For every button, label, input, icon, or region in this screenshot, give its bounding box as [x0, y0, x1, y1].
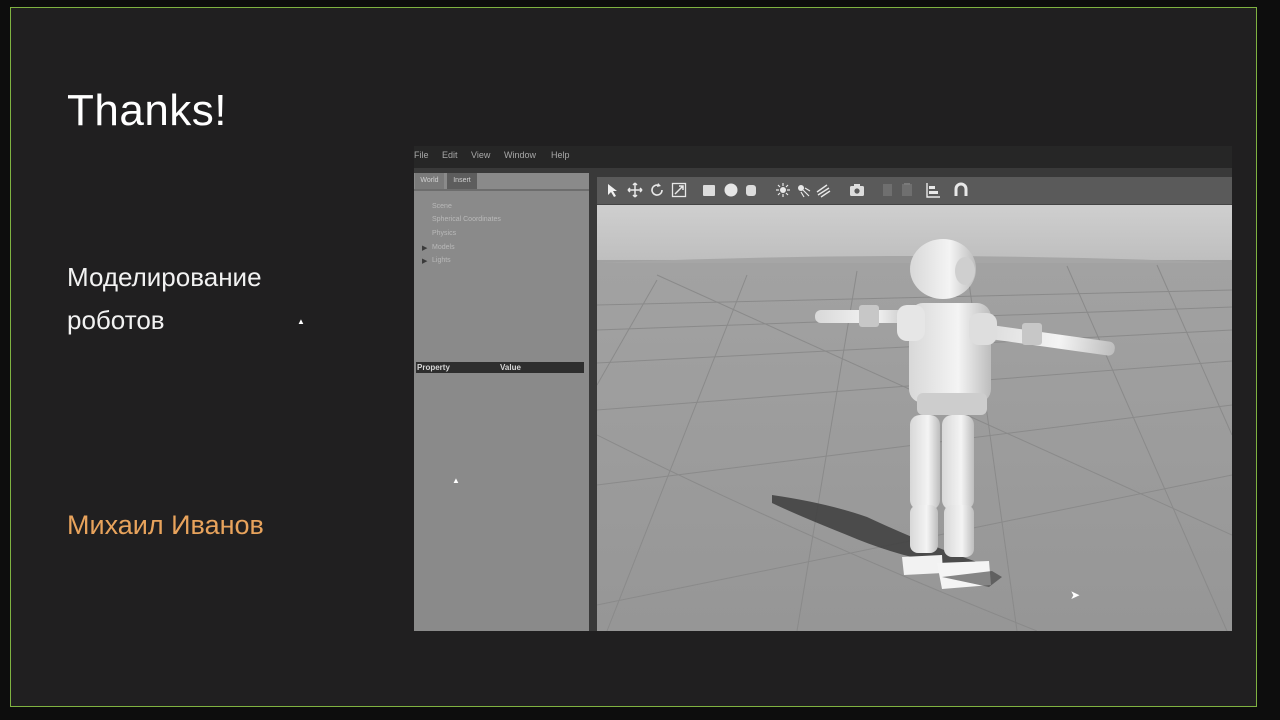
tree-item-models[interactable]: Models: [432, 244, 455, 251]
value-column: Value: [500, 363, 521, 372]
viewport-scene: [597, 205, 1232, 631]
slide-title: Thanks!: [67, 86, 228, 135]
paste-icon[interactable]: [899, 182, 915, 198]
menu-view[interactable]: View: [471, 150, 490, 160]
cylinder-icon[interactable]: [743, 182, 759, 198]
expand-arrow-icon[interactable]: ▶: [422, 244, 427, 252]
copy-icon[interactable]: [879, 182, 895, 198]
author-name: Михаил Иванов: [67, 510, 264, 540]
menu-edit[interactable]: Edit: [442, 150, 458, 160]
translate-icon[interactable]: [627, 182, 643, 198]
presentation-slide: Thanks! Моделирование роботов Михаил Ива…: [10, 7, 1257, 707]
mouse-cursor-icon: ▲: [297, 317, 305, 326]
scale-icon[interactable]: [671, 182, 687, 198]
subtitle-line-2: роботов: [67, 305, 165, 335]
tree-item-lights[interactable]: Lights: [432, 257, 451, 264]
expand-arrow-icon[interactable]: ▶: [422, 257, 427, 265]
spot-light-icon[interactable]: [795, 182, 811, 198]
screenshot-icon[interactable]: [849, 182, 865, 198]
property-header: Property Value: [416, 362, 584, 373]
menu-window[interactable]: Window: [504, 150, 536, 160]
property-column: Property: [417, 363, 450, 372]
rotate-icon[interactable]: [649, 182, 665, 198]
menu-help[interactable]: Help: [551, 150, 570, 160]
slide-subtitle: Моделирование роботов: [67, 256, 347, 342]
box-icon[interactable]: [701, 182, 717, 198]
toolbar: [597, 177, 1232, 205]
sphere-icon[interactable]: [723, 182, 739, 198]
menu-bar: File Edit View Window Help: [414, 146, 1232, 168]
select-arrow-icon[interactable]: [605, 182, 621, 198]
tab-world[interactable]: World: [415, 173, 444, 189]
directional-light-icon[interactable]: [815, 182, 831, 198]
tree-item-scene[interactable]: Scene: [432, 203, 452, 210]
tree-item-physics[interactable]: Physics: [432, 230, 456, 237]
tab-divider: [414, 189, 589, 191]
world-panel: World Insert Scene Spherical Coordinates…: [414, 173, 589, 631]
tree-item-spherical-coordinates[interactable]: Spherical Coordinates: [432, 216, 501, 223]
point-light-icon[interactable]: [775, 182, 791, 198]
menu-file[interactable]: File: [414, 150, 429, 160]
mouse-cursor-icon: ▲: [452, 476, 460, 485]
3d-viewport[interactable]: ➤: [597, 205, 1232, 631]
align-icon[interactable]: [925, 182, 941, 198]
simulator-screenshot: File Edit View Window Help World Insert …: [414, 146, 1232, 631]
tab-insert[interactable]: Insert: [447, 173, 477, 189]
mouse-cursor-icon: ➤: [1070, 588, 1081, 602]
magnet-icon[interactable]: [953, 182, 969, 198]
subtitle-line-1: Моделирование: [67, 262, 262, 292]
